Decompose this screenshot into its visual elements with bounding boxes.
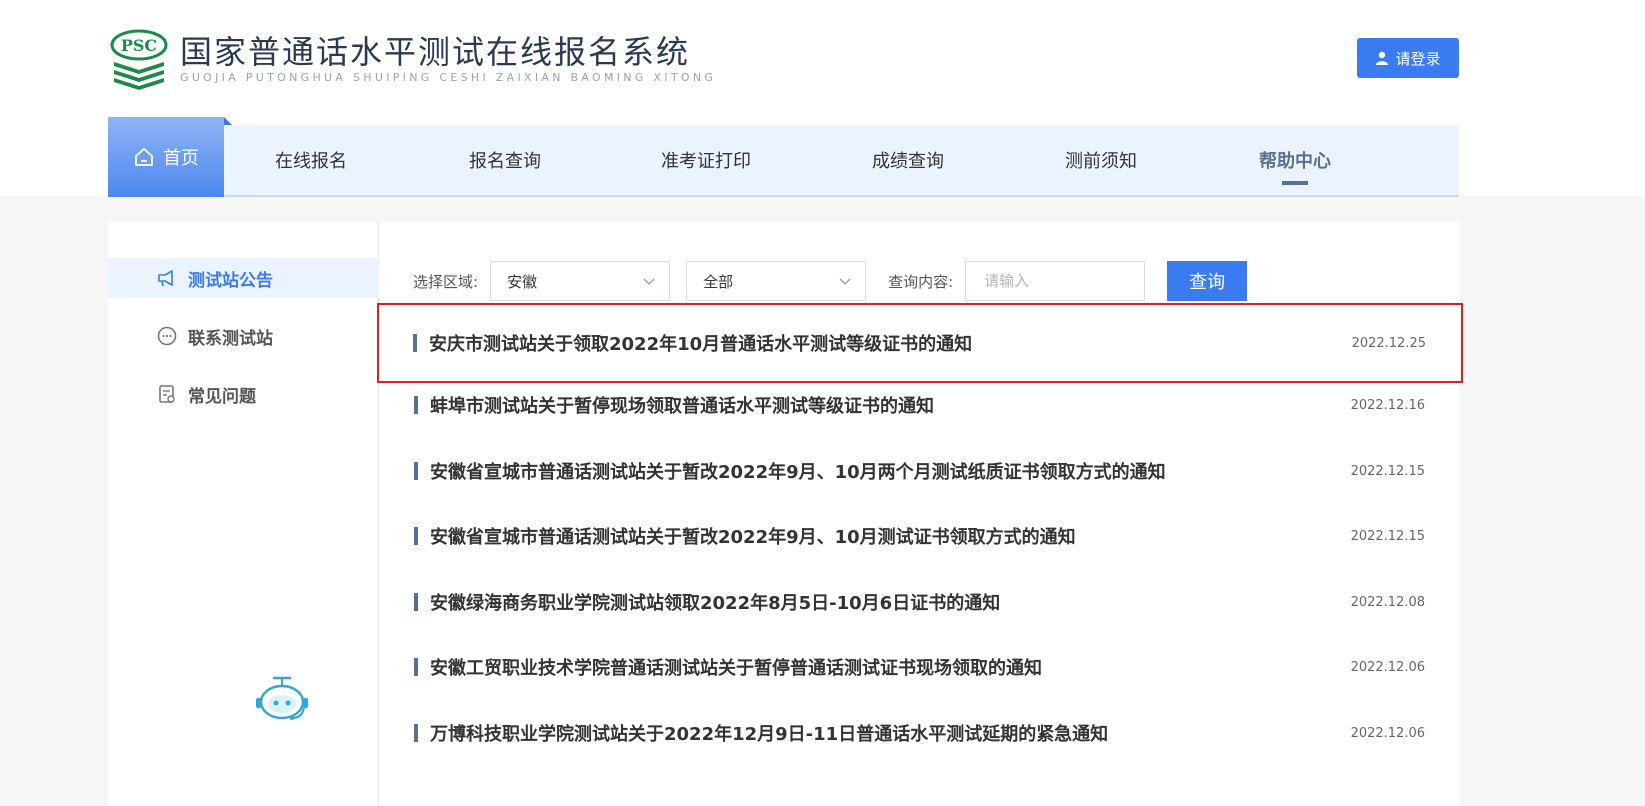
nav-score-query[interactable]: 成绩查询 [872,125,944,195]
user-icon [1376,51,1389,65]
row-marker [413,334,417,352]
row-marker [414,462,418,480]
megaphone-icon [158,270,173,287]
nav-registration-query[interactable]: 报名查询 [469,125,541,195]
home-icon [135,148,153,166]
active-indicator [1282,181,1308,185]
chevron-down-icon [643,278,655,285]
row-marker [414,658,418,676]
row-marker [414,593,418,611]
chat-icon [157,326,177,346]
sidebar-item-contact-station[interactable]: 联系测试站 [108,316,379,356]
sidebar-item-station-announcements[interactable]: 测试站公告 [108,258,379,298]
site-title: 国家普通话水平测试在线报名系统 [180,33,691,71]
sidebar-item-label: 测试站公告 [188,270,273,291]
login-label: 请登录 [1395,49,1441,68]
psc-logo-icon: PSC [108,28,170,90]
faq-document-icon [159,385,175,403]
notice-title: 安徽绿海商务职业学院测试站领取2022年8月5日-10月6日证书的通知 [430,593,1001,614]
notice-row[interactable]: 安徽省宣城市普通话测试站关于暂改2022年9月、10月两个月测试纸质证书领取方式… [380,437,1459,505]
notice-date: 2022.12.16 [1350,397,1425,413]
notice-date: 2022.12.25 [1351,335,1426,351]
notice-row-selected[interactable]: 安庆市测试站关于领取2022年10月普通话水平测试等级证书的通知 2022.12… [377,303,1463,383]
row-marker [414,527,418,545]
content-panel: 测试站公告 联系测试站 常见问题 选择区域: 安徽 全部 查询内容: 请输入 查… [108,222,1463,806]
nav-home-label: 首页 [163,148,199,169]
notice-title: 安徽省宣城市普通话测试站关于暂改2022年9月、10月两个月测试纸质证书领取方式… [430,462,1166,483]
sidebar: 测试站公告 联系测试站 常见问题 [108,222,379,806]
nav-label: 测前须知 [1065,151,1137,172]
notice-row[interactable]: 安徽工贸职业技术学院普通话测试站关于暂停普通话测试证书现场领取的通知 2022.… [380,633,1459,701]
notice-title: 安徽省宣城市普通话测试站关于暂改2022年9月、10月测试证书领取方式的通知 [430,527,1076,548]
nav-label: 准考证打印 [661,151,751,172]
nav-label: 成绩查询 [872,151,944,172]
nav-label: 报名查询 [469,151,541,172]
notice-date: 2022.12.15 [1350,463,1425,479]
region-select[interactable]: 安徽 [490,261,671,301]
notice-date: 2022.12.08 [1350,594,1425,610]
site-subtitle: GUOJIA PUTONGHUA SHUIPING CESHI ZAIXIAN … [180,71,717,84]
query-input[interactable] [965,261,1146,301]
notice-row[interactable]: 安徽省宣城市普通话测试站关于暂改2022年9月、10月测试证书领取方式的通知 2… [380,502,1459,570]
scope-select[interactable]: 全部 [686,261,867,301]
nav-help-center[interactable]: 帮助中心 [1259,125,1331,195]
nav-pre-test-notice[interactable]: 测前须知 [1065,125,1137,195]
sidebar-item-label: 常见问题 [188,386,256,407]
notice-row[interactable]: 蚌埠市测试站关于暂停现场领取普通话水平测试等级证书的通知 2022.12.16 [380,371,1459,439]
logo-lettering: PSC [121,36,157,55]
nav-label: 在线报名 [275,151,347,172]
region-label: 选择区域: [413,272,479,291]
site-logo[interactable]: PSC 国家普通话水平测试在线报名系统 GUOJIA PUTONGHUA SHU… [108,28,716,90]
notice-date: 2022.12.15 [1350,528,1425,544]
notice-date: 2022.12.06 [1350,659,1425,675]
sidebar-item-label: 联系测试站 [188,328,273,349]
login-button[interactable]: 请登录 [1357,38,1459,78]
notice-title: 安徽工贸职业技术学院普通话测试站关于暂停普通话测试证书现场领取的通知 [430,658,1042,679]
nav-home[interactable]: 首页 [108,117,232,197]
nav-online-registration[interactable]: 在线报名 [275,125,347,195]
notice-title: 蚌埠市测试站关于暂停现场领取普通话水平测试等级证书的通知 [430,396,934,417]
query-label: 查询内容: [888,272,954,291]
chevron-down-icon [839,278,851,285]
notice-title: 万博科技职业学院测试站关于2022年12月9日-11日普通话水平测试延期的紧急通… [430,724,1109,745]
main-nav: 首页 在线报名 报名查询 准考证打印 成绩查询 测前须知 帮助中心 [108,117,1459,197]
notice-date: 2022.12.06 [1350,725,1425,741]
nav-admission-ticket-print[interactable]: 准考证打印 [661,125,751,195]
row-marker [414,396,418,414]
region-select-value: 安徽 [507,272,538,291]
filter-bar: 选择区域: 安徽 全部 查询内容: 查询 [413,260,1248,302]
notice-title: 安庆市测试站关于领取2022年10月普通话水平测试等级证书的通知 [429,334,973,355]
search-button[interactable]: 查询 [1167,261,1248,301]
sidebar-item-faq[interactable]: 常见问题 [108,374,379,414]
scope-select-value: 全部 [703,272,734,291]
notice-row[interactable]: 安徽绿海商务职业学院测试站领取2022年8月5日-10月6日证书的通知 2022… [380,568,1459,636]
notice-row[interactable]: 万博科技职业学院测试站关于2022年12月9日-11日普通话水平测试延期的紧急通… [380,699,1459,767]
row-marker [414,724,418,742]
robot-assistant-icon[interactable] [252,674,312,726]
nav-label: 帮助中心 [1259,151,1331,172]
